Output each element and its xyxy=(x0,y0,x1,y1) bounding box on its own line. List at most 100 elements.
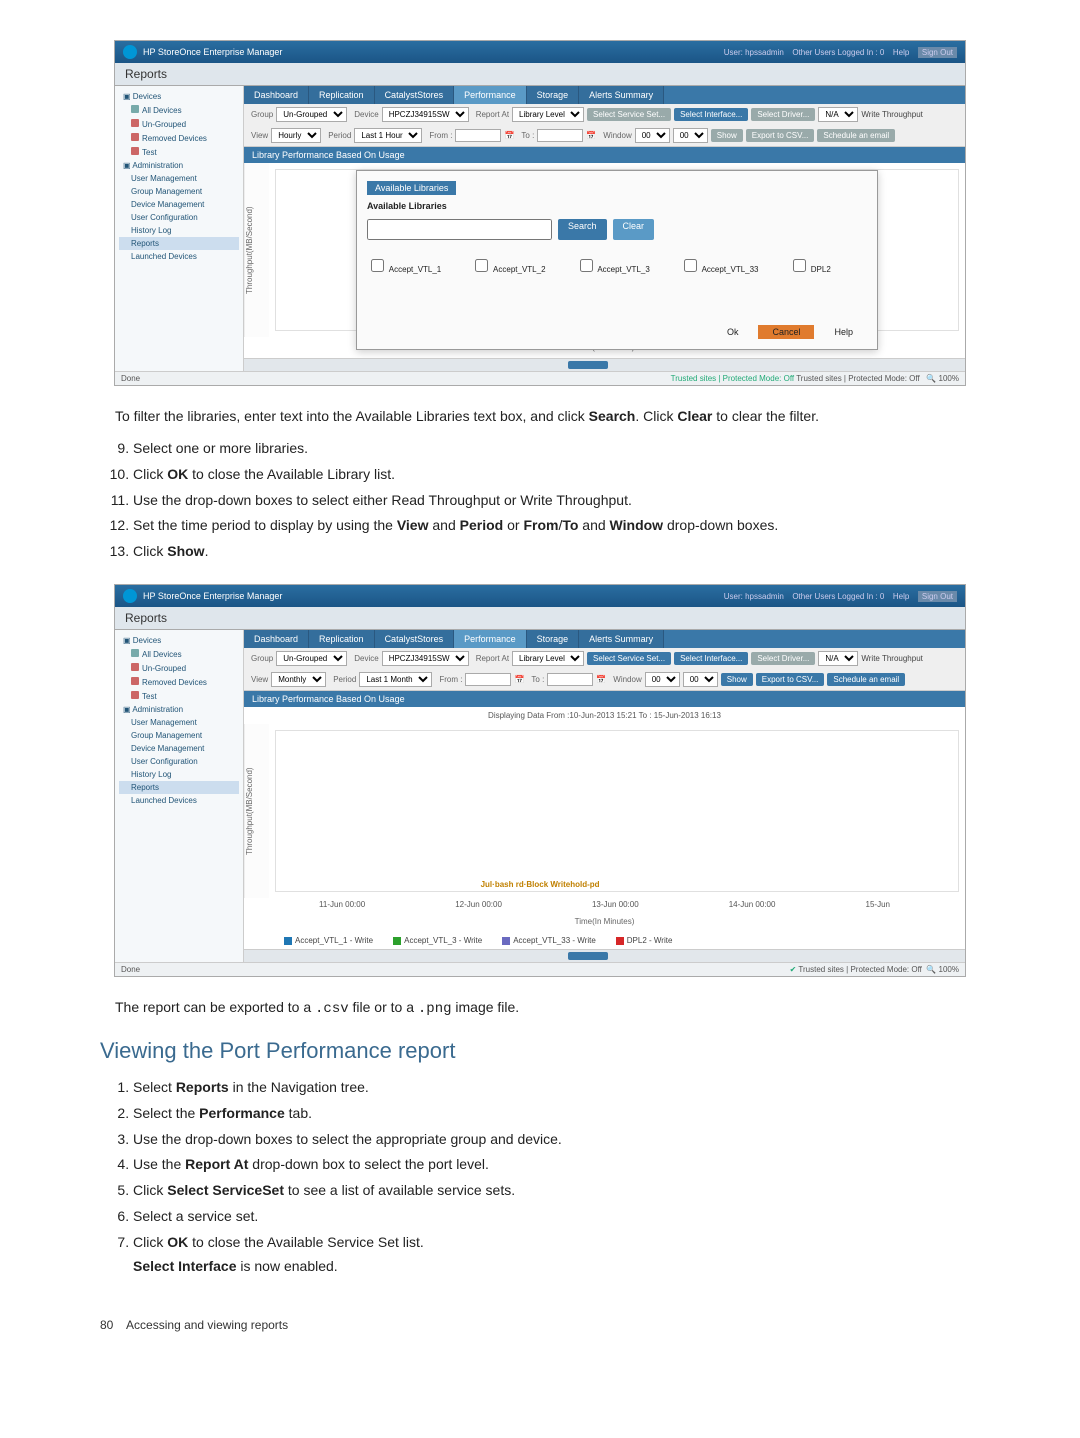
ok-button[interactable]: Ok xyxy=(713,325,753,339)
period-select[interactable]: Last 1 Hour xyxy=(354,128,422,143)
view-select[interactable]: Monthly xyxy=(271,672,326,687)
window-hh[interactable]: 00 xyxy=(645,672,680,687)
na-select[interactable]: N/A xyxy=(818,651,858,666)
modal-tab[interactable]: Available Libraries xyxy=(367,181,456,195)
lib-check-5[interactable]: DPL2 xyxy=(789,256,831,275)
nav-device-mgmt[interactable]: Device Management xyxy=(119,198,239,211)
help-button[interactable]: Help xyxy=(820,325,867,339)
nav-group-mgmt[interactable]: Group Management xyxy=(119,185,239,198)
throughput-label[interactable]: Write Throughput xyxy=(861,110,923,119)
calendar-from-icon[interactable]: 📅 xyxy=(504,131,514,140)
nav-reports[interactable]: Reports xyxy=(119,781,239,794)
group-select[interactable]: Un-Grouped xyxy=(276,651,347,666)
select-interface-button[interactable]: Select Interface... xyxy=(674,108,748,121)
help-link[interactable]: Help xyxy=(893,48,909,57)
nav-user-mgmt[interactable]: User Management xyxy=(119,172,239,185)
nav-tree[interactable]: ▣ Devices All Devices Un-Grouped Removed… xyxy=(115,86,244,371)
tab-performance[interactable]: Performance xyxy=(454,630,527,648)
h-scrollbar[interactable] xyxy=(244,949,965,962)
tab-performance[interactable]: Performance xyxy=(454,86,527,104)
help-link[interactable]: Help xyxy=(893,592,909,601)
group-select[interactable]: Un-Grouped xyxy=(276,107,347,122)
window-hh[interactable]: 00 xyxy=(635,128,670,143)
select-driver-button[interactable]: Select Driver... xyxy=(751,652,815,665)
clear-button[interactable]: Clear xyxy=(613,219,655,240)
library-search-input[interactable] xyxy=(367,219,552,240)
device-select[interactable]: HPCZJ34915SW xyxy=(382,651,469,666)
na-select[interactable]: N/A xyxy=(818,107,858,122)
show-button[interactable]: Show xyxy=(721,673,753,686)
nav-group-mgmt[interactable]: Group Management xyxy=(119,729,239,742)
other-users[interactable]: Other Users Logged In : 0 xyxy=(792,592,884,601)
search-button[interactable]: Search xyxy=(558,219,607,240)
nav-tree-2[interactable]: ▣ Devices All Devices Un-Grouped Removed… xyxy=(115,630,244,962)
view-select[interactable]: Hourly xyxy=(271,128,321,143)
nav-devices[interactable]: ▣ Devices xyxy=(119,90,239,103)
device-select[interactable]: HPCZJ34915SW xyxy=(382,107,469,122)
nav-device-mgmt[interactable]: Device Management xyxy=(119,742,239,755)
nav-user-config[interactable]: User Configuration xyxy=(119,755,239,768)
tab-replication[interactable]: Replication xyxy=(309,630,375,648)
other-users[interactable]: Other Users Logged In : 0 xyxy=(792,48,884,57)
schedule-button[interactable]: Schedule an email xyxy=(817,129,895,142)
signout-button[interactable]: Sign Out xyxy=(918,591,957,602)
nav-all-devices[interactable]: All Devices xyxy=(119,647,239,661)
tab-dashboard[interactable]: Dashboard xyxy=(244,86,309,104)
nav-test[interactable]: Test xyxy=(119,145,239,159)
select-interface-button[interactable]: Select Interface... xyxy=(674,652,748,665)
tab-alerts[interactable]: Alerts Summary xyxy=(579,86,664,104)
tab-dashboard[interactable]: Dashboard xyxy=(244,630,309,648)
throughput-label[interactable]: Write Throughput xyxy=(861,654,923,663)
lib-check-2[interactable]: Accept_VTL_2 xyxy=(471,256,545,275)
nav-user-mgmt[interactable]: User Management xyxy=(119,716,239,729)
from-input[interactable] xyxy=(455,129,501,142)
zoom-value[interactable]: 100% xyxy=(939,374,959,383)
nav-ungrouped[interactable]: Un-Grouped xyxy=(119,117,239,131)
calendar-to-icon[interactable]: 📅 xyxy=(596,675,606,684)
select-driver-button[interactable]: Select Driver... xyxy=(751,108,815,121)
tab-storage[interactable]: Storage xyxy=(527,86,580,104)
schedule-button[interactable]: Schedule an email xyxy=(827,673,905,686)
nav-test[interactable]: Test xyxy=(119,689,239,703)
lib-check-4[interactable]: Accept_VTL_33 xyxy=(680,256,759,275)
nav-ungrouped[interactable]: Un-Grouped xyxy=(119,661,239,675)
tab-storage[interactable]: Storage xyxy=(527,630,580,648)
lib-check-3[interactable]: Accept_VTL_3 xyxy=(576,256,650,275)
nav-user-config[interactable]: User Configuration xyxy=(119,211,239,224)
signout-button[interactable]: Sign Out xyxy=(918,47,957,58)
zoom-value[interactable]: 100% xyxy=(939,965,959,974)
nav-devices[interactable]: ▣ Devices xyxy=(119,634,239,647)
reportat-select[interactable]: Library Level xyxy=(512,651,584,666)
window-mm[interactable]: 00 xyxy=(673,128,708,143)
show-button[interactable]: Show xyxy=(711,129,743,142)
tab-replication[interactable]: Replication xyxy=(309,86,375,104)
period-select[interactable]: Last 1 Month xyxy=(359,672,432,687)
from-input[interactable] xyxy=(465,673,511,686)
nav-all-devices[interactable]: All Devices xyxy=(119,103,239,117)
h-scrollbar[interactable] xyxy=(244,358,965,371)
nav-launched[interactable]: Launched Devices xyxy=(119,250,239,263)
calendar-to-icon[interactable]: 📅 xyxy=(586,131,596,140)
nav-history[interactable]: History Log xyxy=(119,224,239,237)
lib-check-1[interactable]: Accept_VTL_1 xyxy=(367,256,441,275)
nav-launched[interactable]: Launched Devices xyxy=(119,794,239,807)
select-service-button[interactable]: Select Service Set... xyxy=(587,652,671,665)
to-input[interactable] xyxy=(547,673,593,686)
nav-history[interactable]: History Log xyxy=(119,768,239,781)
tab-alerts[interactable]: Alerts Summary xyxy=(579,630,664,648)
calendar-from-icon[interactable]: 📅 xyxy=(514,675,524,684)
window-mm[interactable]: 00 xyxy=(683,672,718,687)
nav-reports[interactable]: Reports xyxy=(119,237,239,250)
nav-removed[interactable]: Removed Devices xyxy=(119,131,239,145)
export-button[interactable]: Export to CSV... xyxy=(746,129,815,142)
reportat-select[interactable]: Library Level xyxy=(512,107,584,122)
cancel-button[interactable]: Cancel xyxy=(758,325,814,339)
nav-removed[interactable]: Removed Devices xyxy=(119,675,239,689)
export-button[interactable]: Export to CSV... xyxy=(756,673,825,686)
select-service-button[interactable]: Select Service Set... xyxy=(587,108,671,121)
nav-admin[interactable]: ▣ Administration xyxy=(119,703,239,716)
tab-catalyst[interactable]: CatalystStores xyxy=(375,630,455,648)
to-input[interactable] xyxy=(537,129,583,142)
nav-admin[interactable]: ▣ Administration xyxy=(119,159,239,172)
tab-catalyst[interactable]: CatalystStores xyxy=(375,86,455,104)
